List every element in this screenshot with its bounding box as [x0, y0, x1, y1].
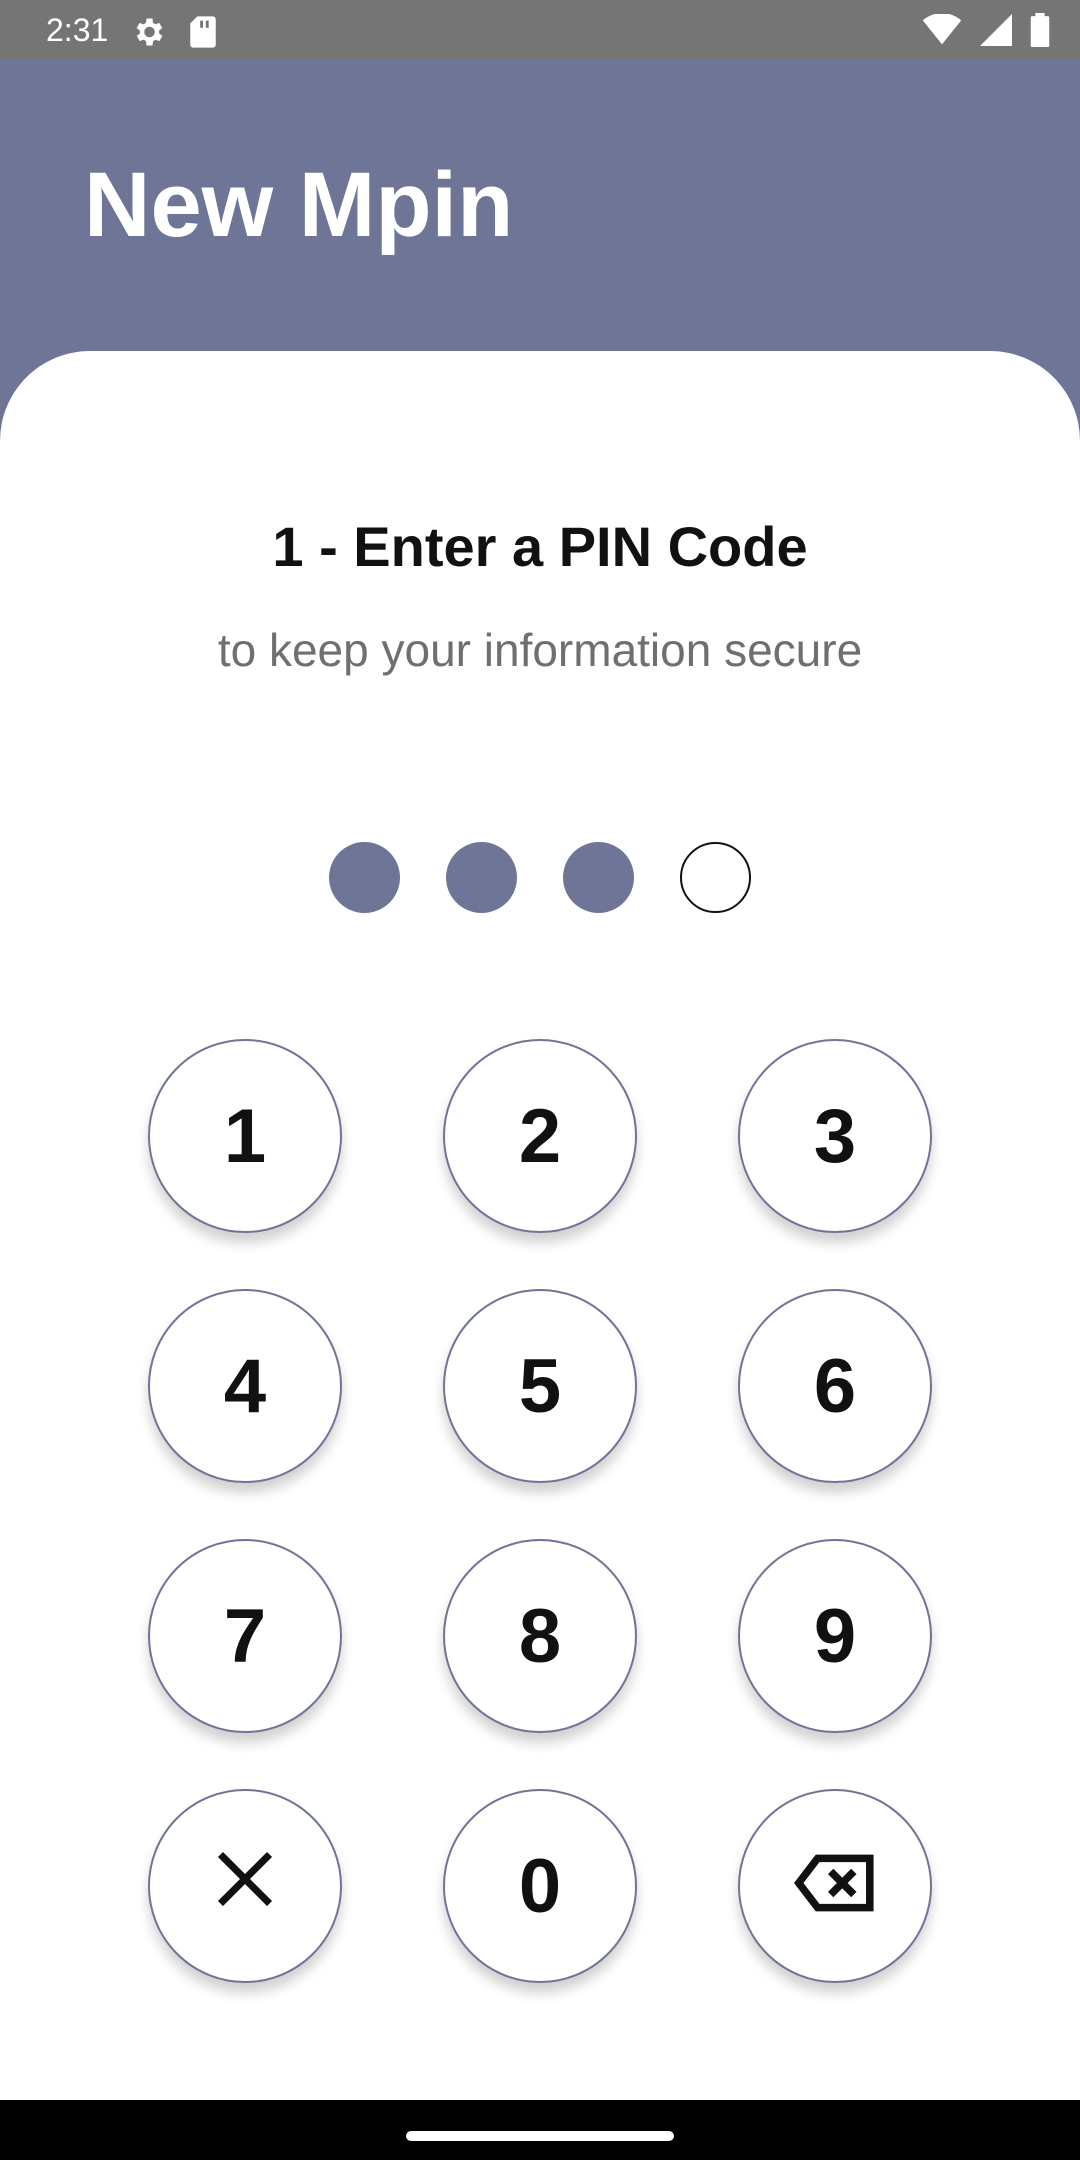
wifi-icon: [922, 13, 962, 51]
backspace-button[interactable]: [738, 1789, 932, 1983]
app-header: New Mpin: [0, 60, 1080, 360]
pin-dot-filled: [329, 842, 400, 913]
step-subtitle: to keep your information secure: [217, 624, 863, 676]
sd-card-icon: [188, 15, 218, 54]
settings-gear-icon: [130, 14, 166, 55]
status-right-icons: [922, 13, 1050, 52]
signal-icon: [980, 14, 1012, 51]
key-8-button[interactable]: 8: [443, 1539, 637, 1733]
clear-button[interactable]: [148, 1789, 342, 1983]
key-0-button[interactable]: 0: [443, 1789, 637, 1983]
numeric-keypad: 1 2 3 4 5 6 7 8 9 0: [148, 1039, 932, 1983]
key-1-button[interactable]: 1: [148, 1039, 342, 1233]
key-9-button[interactable]: 9: [738, 1539, 932, 1733]
key-2-button[interactable]: 2: [443, 1039, 637, 1233]
page-title: New Mpin: [84, 154, 514, 256]
key-3-button[interactable]: 3: [738, 1039, 932, 1233]
key-6-button[interactable]: 6: [738, 1289, 932, 1483]
pin-indicator: [329, 842, 751, 913]
status-bar: 2:31: [0, 0, 1080, 60]
navigation-bar: [0, 2100, 1080, 2160]
step-title: 1 - Enter a PIN Code: [272, 515, 808, 578]
pin-dot-empty: [680, 842, 751, 913]
key-5-button[interactable]: 5: [443, 1289, 637, 1483]
key-7-button[interactable]: 7: [148, 1539, 342, 1733]
battery-icon: [1030, 13, 1050, 52]
status-left-icons: [130, 14, 218, 55]
status-time: 2:31: [46, 12, 109, 48]
key-4-button[interactable]: 4: [148, 1289, 342, 1483]
backspace-icon: [794, 1843, 876, 1930]
pin-dot-filled: [563, 842, 634, 913]
home-indicator[interactable]: [406, 2131, 674, 2141]
close-icon: [212, 1843, 278, 1930]
pin-dot-filled: [446, 842, 517, 913]
